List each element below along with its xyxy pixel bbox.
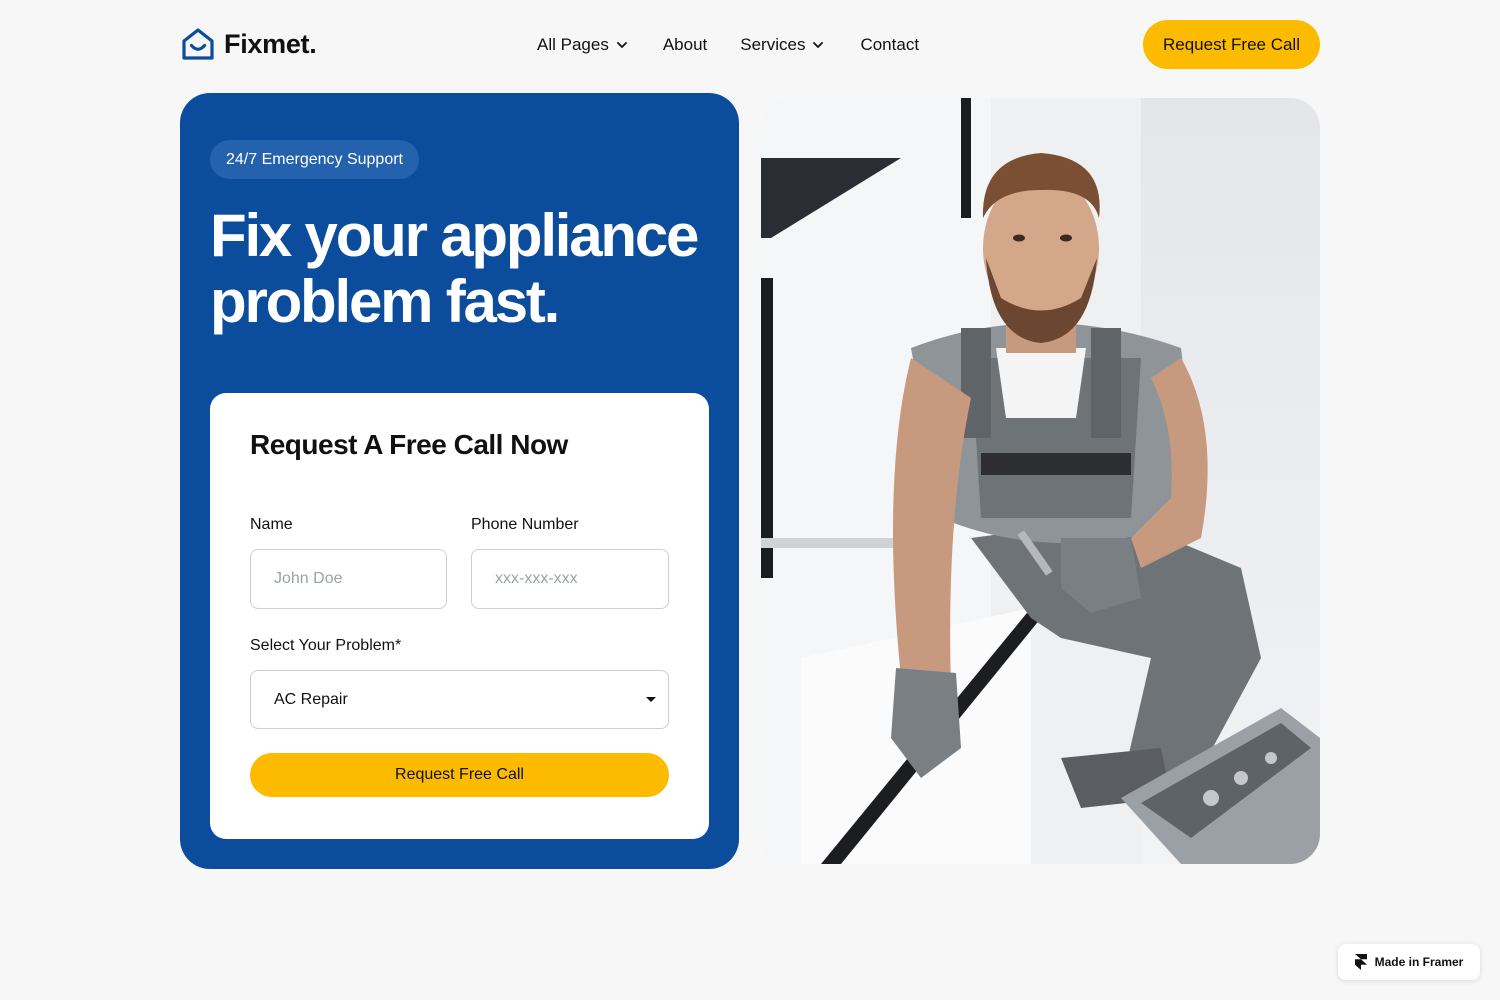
technician-photo [761, 98, 1320, 864]
menu-item-about[interactable]: About [663, 35, 707, 55]
name-label: Name [250, 516, 293, 533]
form-title: Request A Free Call Now [250, 429, 568, 460]
menu-item-label: All Pages [537, 35, 609, 54]
form-submit-button[interactable]: Request Free Call [250, 753, 669, 797]
headline-line-1: Fix your appliance [210, 202, 699, 269]
made-in-framer-badge[interactable]: Made in Framer [1338, 944, 1480, 980]
problem-select[interactable]: AC Repair [250, 670, 669, 729]
logo-text: Fixmet. [224, 28, 317, 59]
menu-item-contact[interactable]: Contact [860, 35, 919, 55]
hero-card: 24/7 Emergency Support Fix your applianc… [180, 93, 739, 869]
headline-line-2: problem fast. [210, 268, 560, 335]
menu-item-label: About [662, 35, 708, 54]
request-free-call-button[interactable]: Request Free Call [1143, 20, 1320, 69]
emergency-support-badge: 24/7 Emergency Support [210, 140, 419, 179]
phone-input[interactable] [471, 549, 669, 609]
chevron-down-icon [615, 38, 629, 52]
phone-label: Phone Number [471, 516, 579, 533]
chevron-down-icon [811, 38, 825, 52]
hero-headline: Fix your appliance problem fast. [210, 203, 730, 335]
top-navigation: Fixmet. All Pages About Services Contact… [180, 20, 1320, 70]
logo[interactable]: Fixmet. [180, 24, 317, 64]
menu-item-all-pages[interactable]: All Pages [537, 35, 629, 55]
menu-item-label: Services [740, 35, 806, 54]
made-in-framer-label: Made in Framer [1374, 955, 1464, 969]
problem-label: Select Your Problem* [250, 637, 402, 654]
problem-select-value: AC Repair [274, 690, 348, 708]
caret-down-icon [646, 697, 656, 702]
menu-item-services[interactable]: Services [740, 35, 825, 55]
name-input[interactable] [250, 549, 447, 609]
framer-logo-icon [1354, 954, 1367, 970]
main-menu: All Pages About Services Contact [537, 20, 919, 70]
house-smile-icon [180, 26, 216, 62]
request-call-form: Request A Free Call Now Name Phone Numbe… [210, 393, 709, 839]
menu-item-label: Contact [860, 35, 920, 54]
